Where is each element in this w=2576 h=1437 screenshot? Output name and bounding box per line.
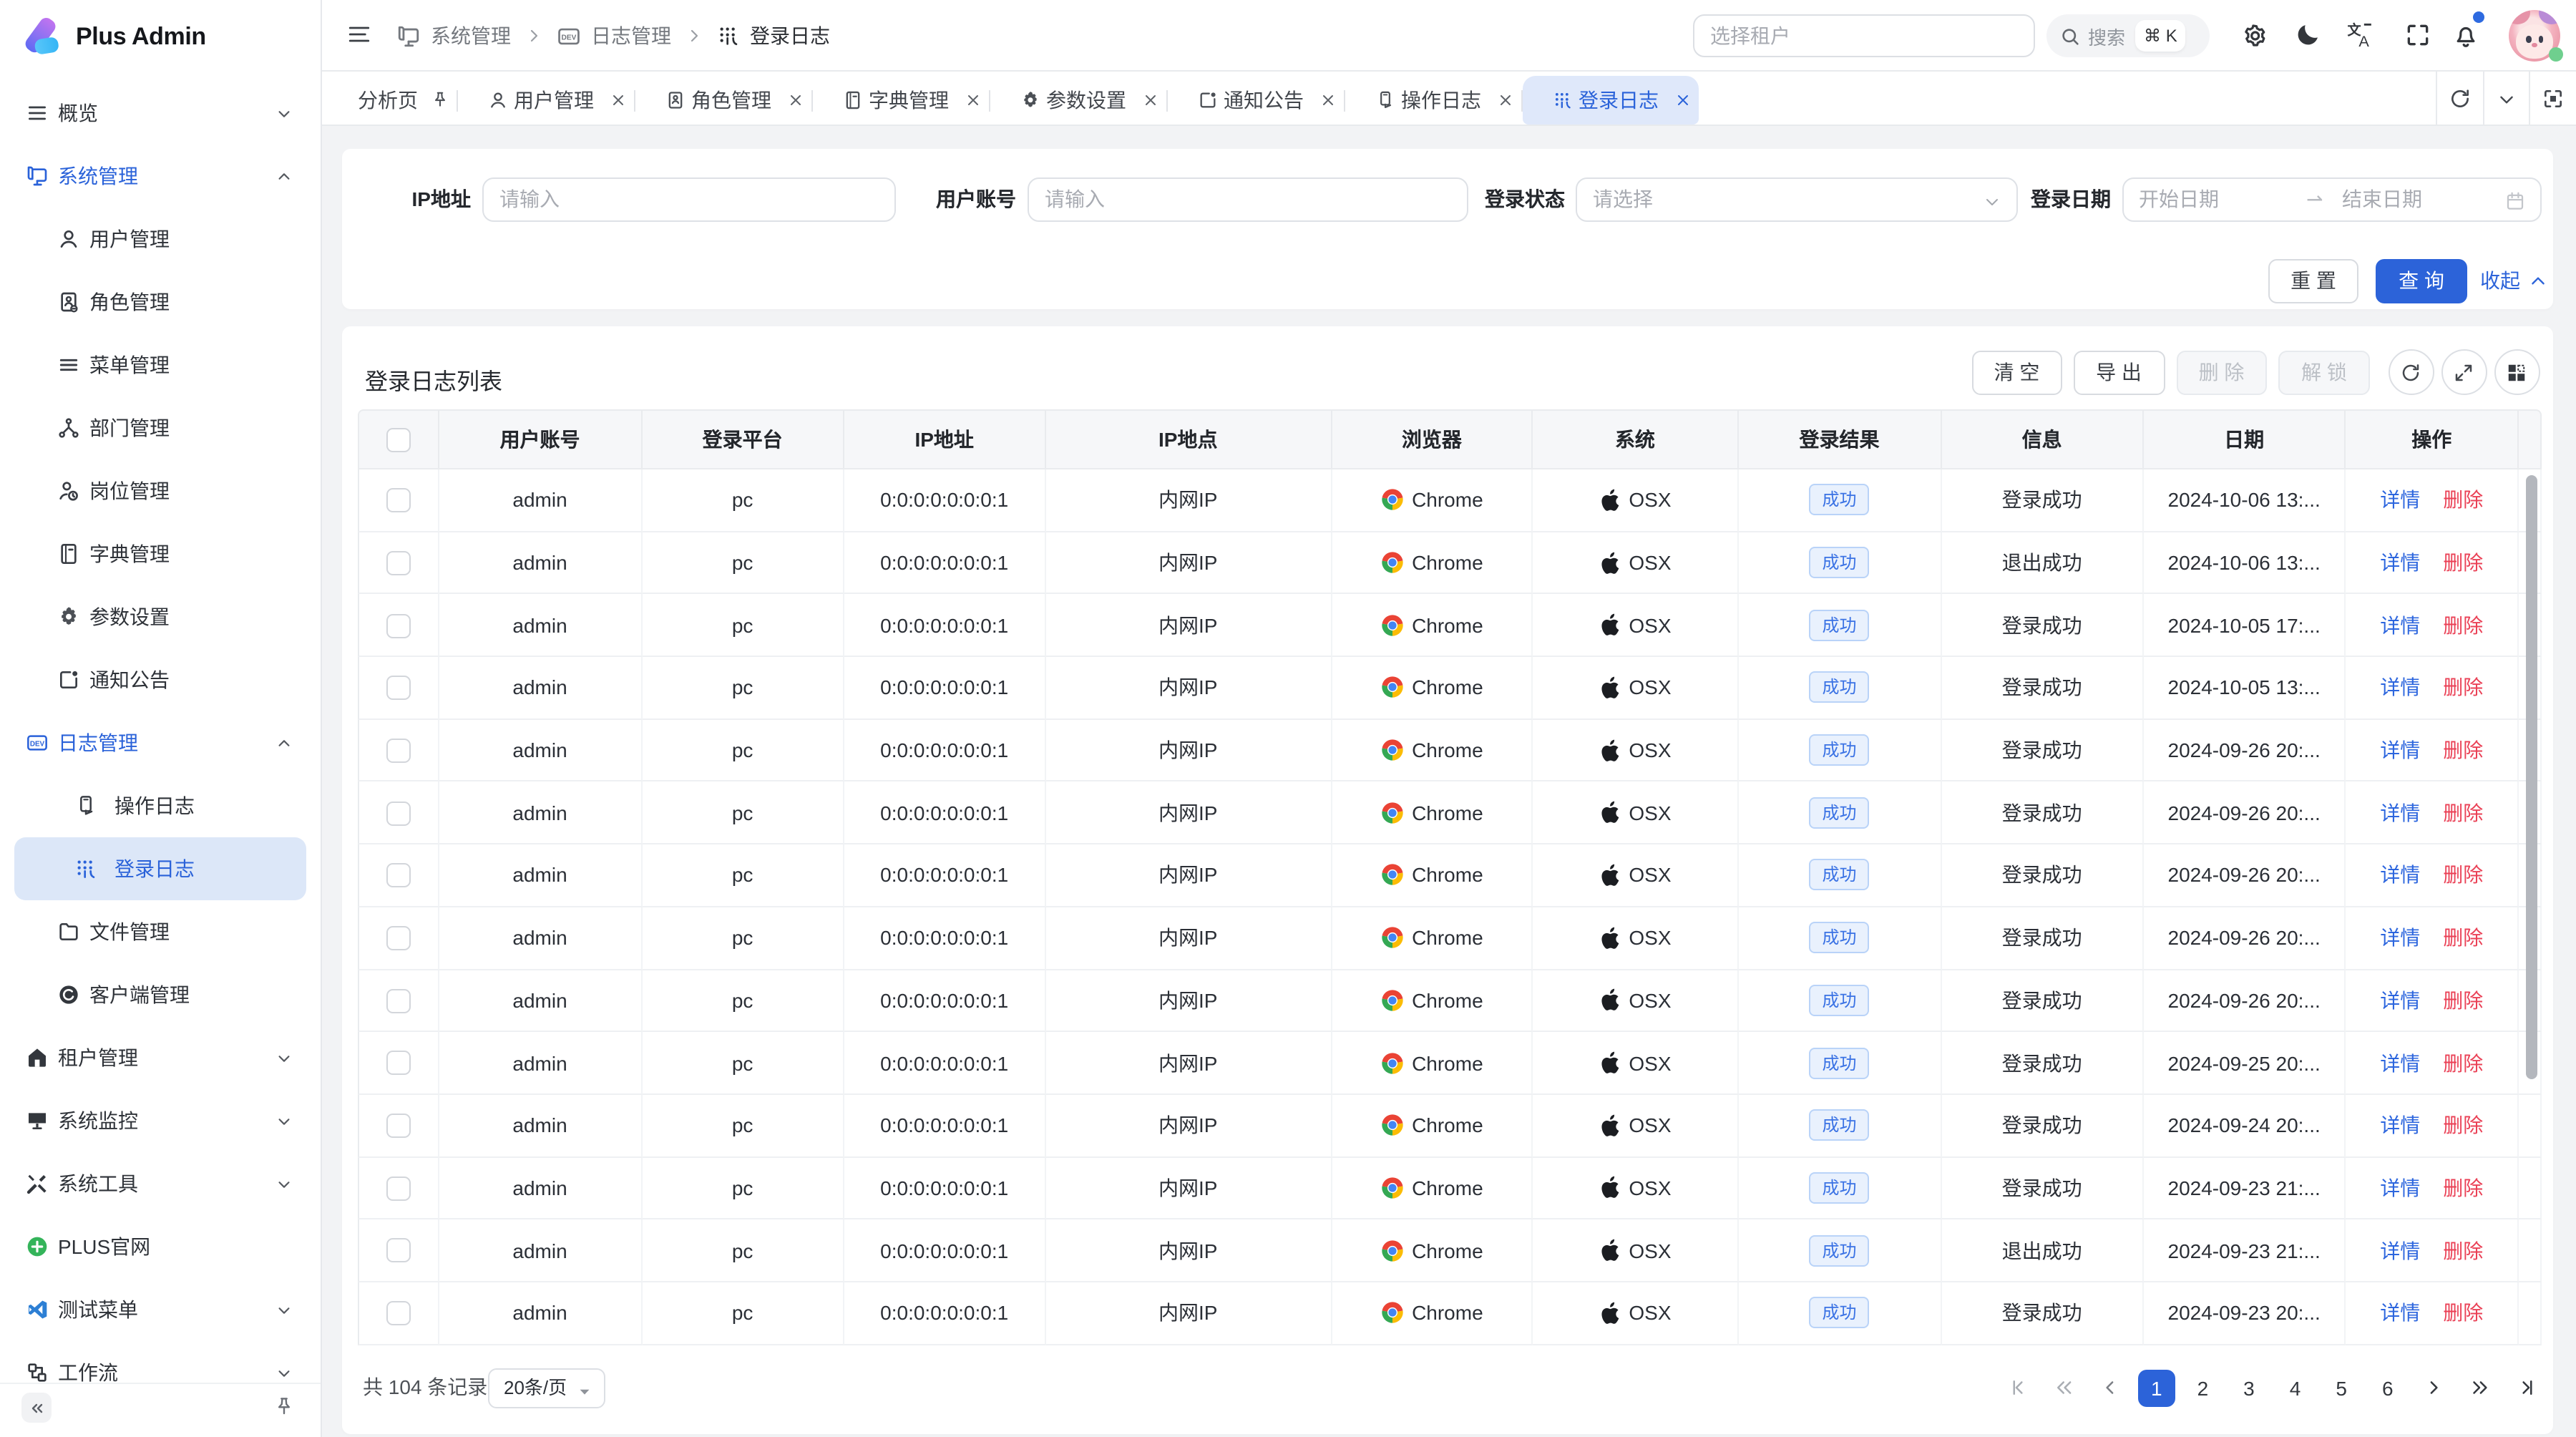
svg-text:DEV: DEV — [562, 34, 577, 42]
svg-text:A: A — [2358, 32, 2369, 50]
svg-text:DEV: DEV — [29, 741, 44, 749]
